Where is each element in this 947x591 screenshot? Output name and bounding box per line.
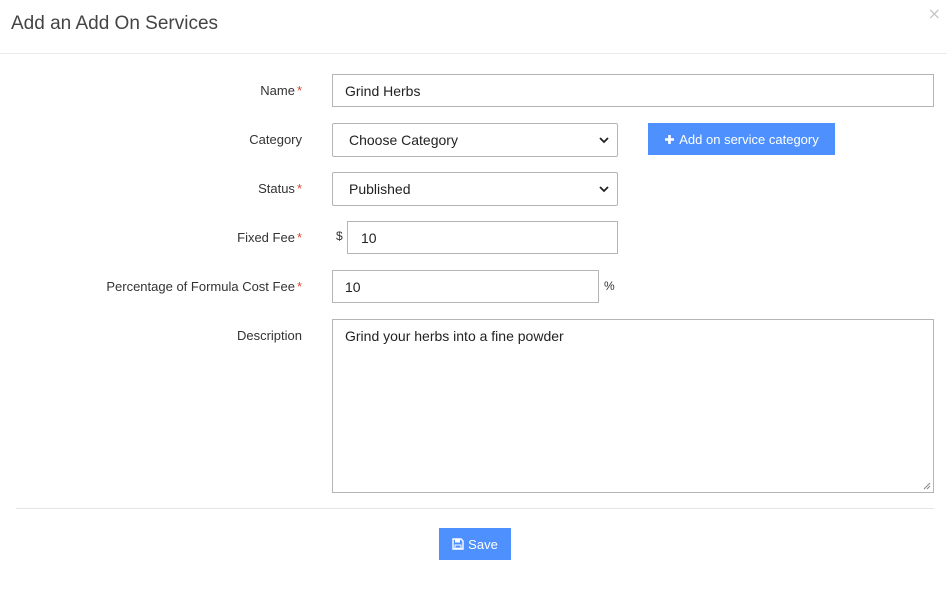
required-marker: *	[296, 230, 302, 245]
footer-divider	[16, 508, 934, 509]
chevron-down-icon	[599, 137, 609, 144]
add-category-button[interactable]: Add on service category	[648, 123, 835, 155]
name-label: Name *	[260, 83, 302, 98]
save-button[interactable]: Save	[439, 528, 511, 560]
percentage-fee-input[interactable]: 10	[332, 270, 599, 303]
description-textarea[interactable]: Grind your herbs into a fine powder	[332, 319, 934, 493]
floppy-disk-icon	[452, 538, 464, 550]
modal-title: Add an Add On Services	[11, 13, 219, 34]
fixed-fee-label: Fixed Fee *	[237, 230, 302, 245]
description-label: Description	[236, 328, 302, 343]
category-label: Category	[249, 132, 302, 147]
chevron-down-icon	[599, 186, 609, 193]
status-label: Status *	[258, 181, 302, 196]
required-marker: *	[296, 83, 302, 98]
name-input[interactable]: Grind Herbs	[332, 74, 934, 107]
status-select[interactable]: Published	[332, 172, 618, 206]
percentage-fee-label: Percentage of Formula Cost Fee *	[106, 279, 302, 294]
percent-suffix: %	[604, 279, 615, 293]
resize-grip-icon[interactable]	[923, 482, 931, 490]
modal-header: Add an Add On Services ×	[0, 0, 947, 54]
close-icon[interactable]: ×	[928, 6, 941, 22]
category-select[interactable]: Choose Category	[332, 123, 618, 157]
currency-prefix: $	[336, 229, 343, 243]
required-marker: *	[296, 181, 302, 196]
fixed-fee-input[interactable]: 10	[347, 221, 618, 254]
plus-icon	[665, 134, 675, 144]
required-marker: *	[296, 279, 302, 294]
